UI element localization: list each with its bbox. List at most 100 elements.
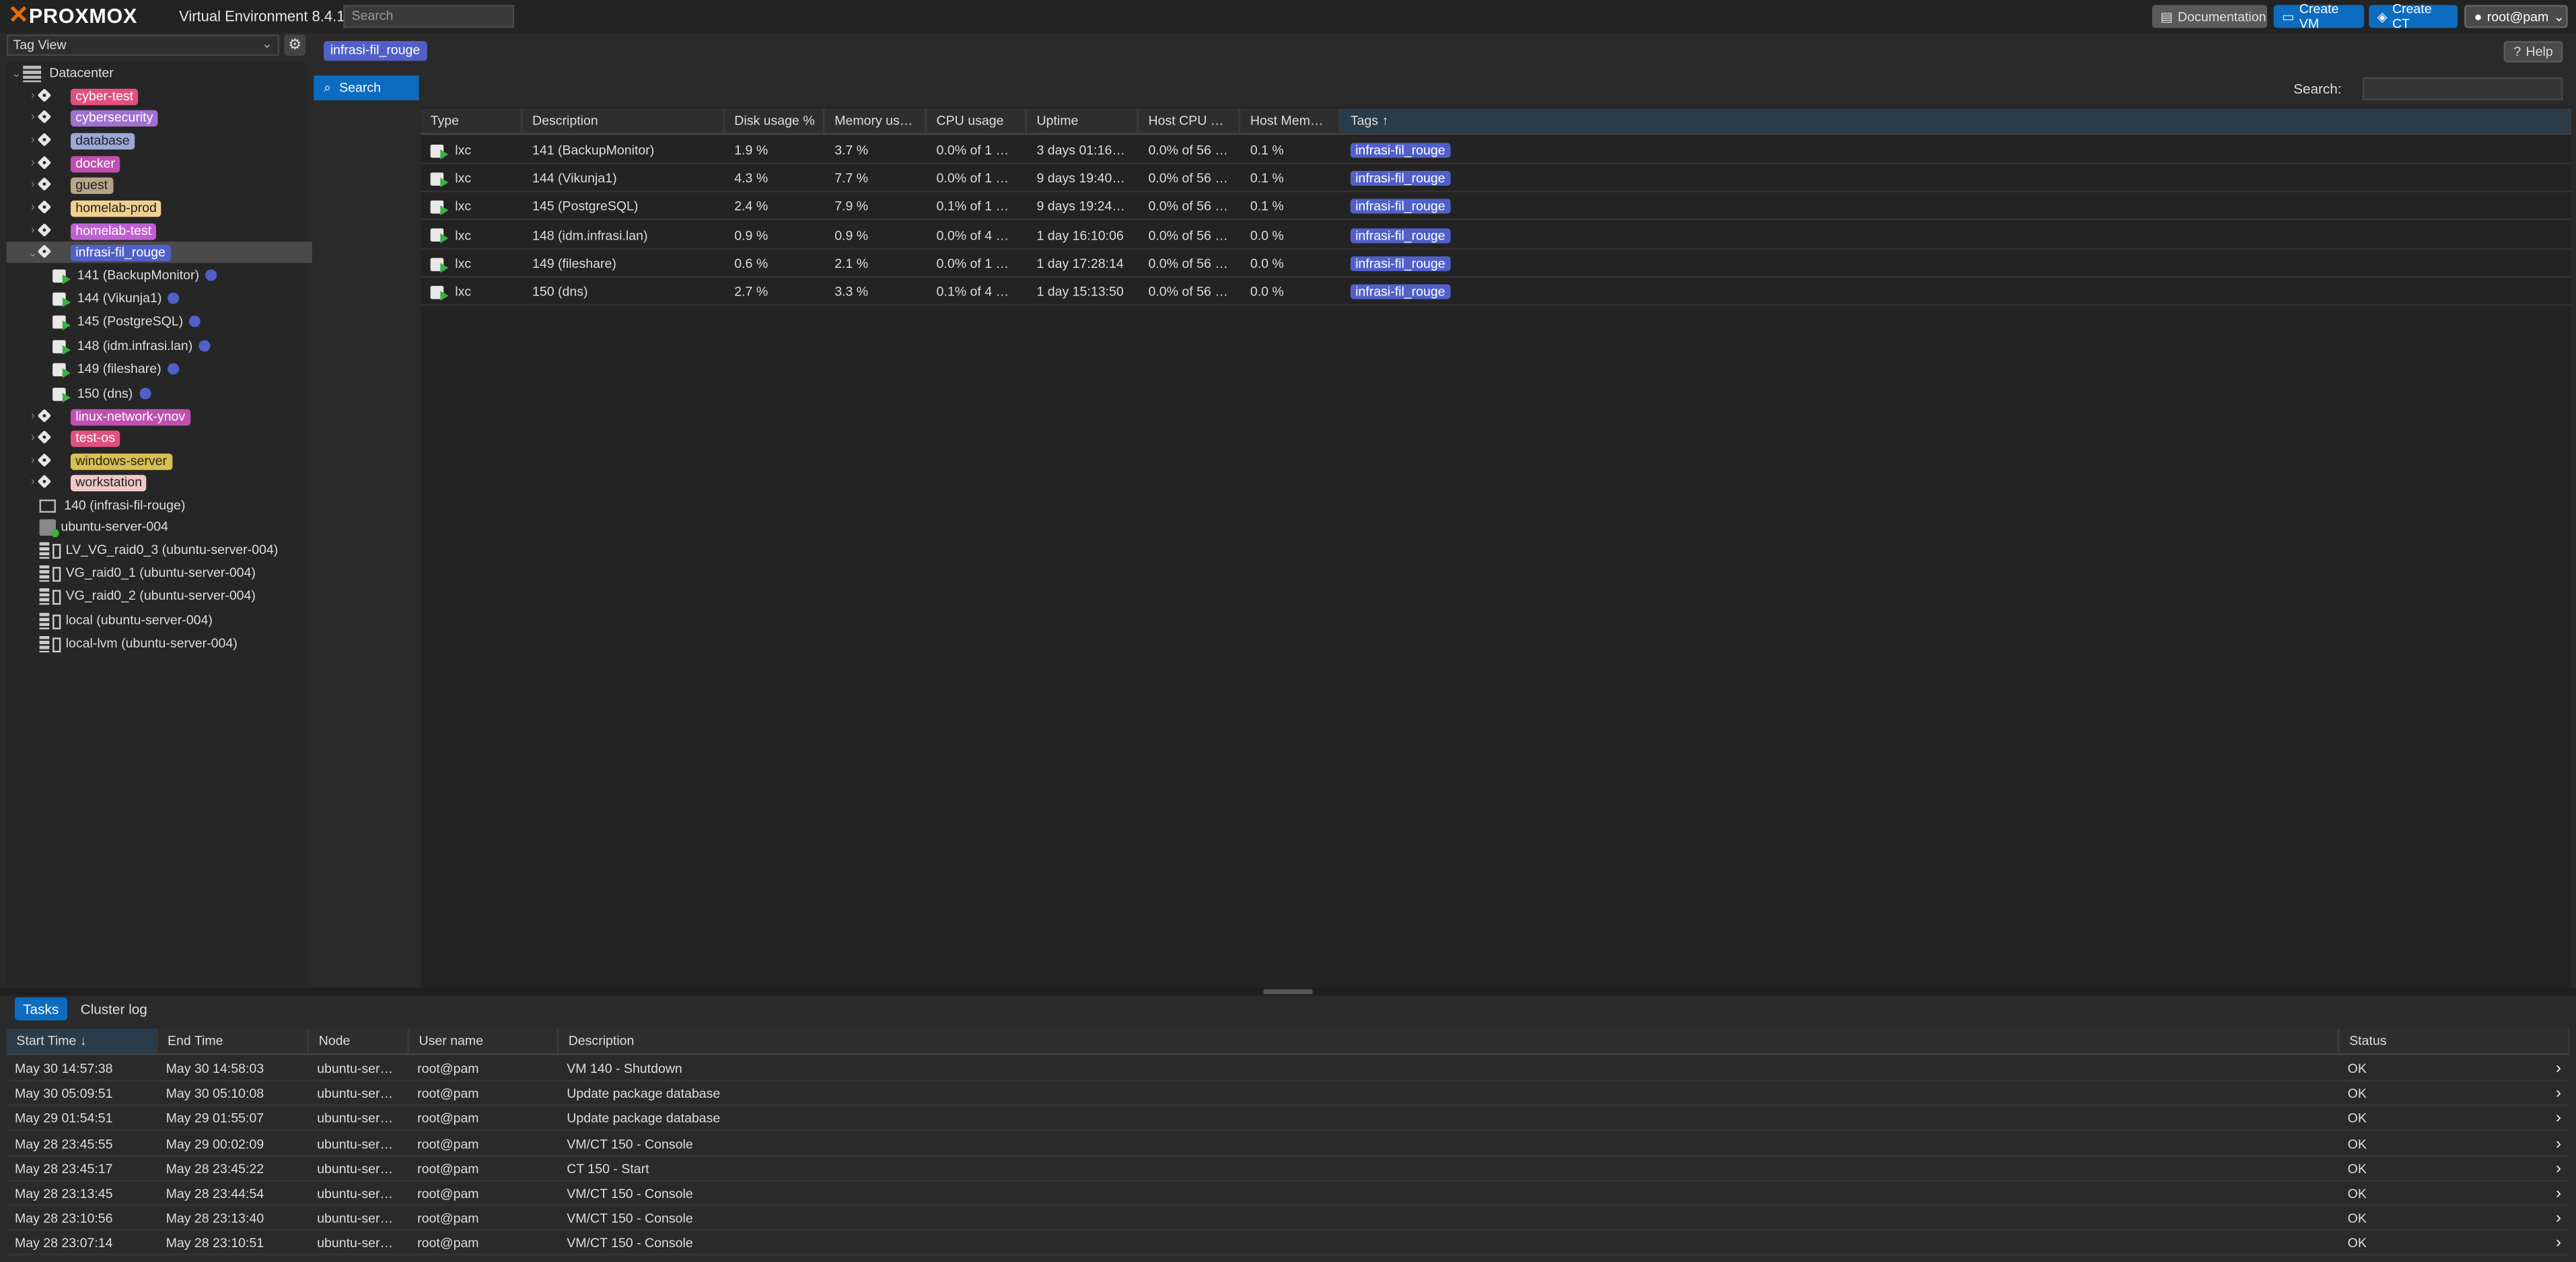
- panel-splitter[interactable]: [0, 987, 2576, 996]
- expand-icon[interactable]: ›: [26, 477, 40, 488]
- expand-icon[interactable]: ›: [26, 135, 40, 146]
- create-ct-button[interactable]: ◈ Create CT: [2369, 1, 2458, 31]
- column-header[interactable]: Node: [309, 1028, 409, 1053]
- tree-node-storage[interactable]: VG_raid0_2 (ubuntu-server-004): [7, 585, 327, 606]
- container-running-icon: [52, 338, 72, 355]
- tree-node-datacenter[interactable]: ⌄ Datacenter: [7, 63, 311, 84]
- column-header[interactable]: User name: [409, 1028, 559, 1053]
- user-menu-button[interactable]: ● root@pam ⌄: [2464, 5, 2568, 28]
- chevron-right-icon[interactable]: ›: [2556, 1232, 2561, 1257]
- column-header[interactable]: Description: [522, 108, 725, 133]
- tree-node-tag[interactable]: › cyber-test: [7, 85, 327, 107]
- task-row[interactable]: May 28 23:10:56 May 28 23:13:40 ubuntu-ser…: [6, 1206, 2570, 1232]
- collapse-icon[interactable]: ⌄: [26, 246, 40, 258]
- tree-node-tag[interactable]: › workstation: [7, 472, 327, 493]
- view-selector[interactable]: Tag View ⌄: [6, 34, 280, 57]
- cell-uptime: 9 days 19:24…: [1036, 199, 1125, 215]
- tree-node-ct[interactable]: 141 (BackupMonitor): [7, 265, 353, 286]
- grid-search-input[interactable]: [2362, 77, 2563, 100]
- tag-pill: infrasi-fil_rouge: [1350, 143, 1450, 158]
- task-row[interactable]: May 30 05:09:51 May 30 05:10:08 ubuntu-ser…: [6, 1082, 2570, 1107]
- chevron-right-icon[interactable]: ›: [2556, 1206, 2561, 1231]
- table-row[interactable]: lxc 145 (PostgreSQL) 2.4 % 7.9 % 0.1% of 1 ……: [420, 193, 2571, 221]
- table-row[interactable]: lxc 141 (BackupMonitor) 1.9 % 3.7 % 0.0% of …: [420, 137, 2571, 165]
- table-row[interactable]: lxc 144 (Vikunja1) 4.3 % 7.7 % 0.0% of 1 … 9 …: [420, 165, 2571, 193]
- task-row[interactable]: May 30 14:57:38 May 30 14:58:03 ubuntu-ser…: [6, 1057, 2570, 1082]
- tree-node-tag[interactable]: › linux-network-ynov: [7, 406, 327, 427]
- column-header[interactable]: Description: [559, 1028, 2340, 1053]
- task-row[interactable]: May 28 23:45:17 May 28 23:45:22 ubuntu-ser…: [6, 1156, 2570, 1181]
- chevron-right-icon[interactable]: ›: [2556, 1156, 2561, 1181]
- chevron-right-icon[interactable]: ›: [2556, 1082, 2561, 1107]
- tree-node-storage[interactable]: VG_raid0_1 (ubuntu-server-004): [7, 562, 327, 584]
- create-vm-button[interactable]: ▭ Create VM: [2273, 1, 2365, 31]
- column-header[interactable]: Disk usage %: [725, 108, 825, 133]
- tree-node-tag[interactable]: › homelab-prod: [7, 197, 327, 219]
- task-row[interactable]: May 29 01:54:51 May 29 01:55:07 ubuntu-ser…: [6, 1107, 2570, 1131]
- cell-cpu: 0.0% of 1 …: [936, 143, 1009, 158]
- table-row[interactable]: lxc 148 (idm.infrasi.lan) 0.9 % 0.9 % 0.0% o…: [420, 221, 2571, 250]
- column-header[interactable]: Uptime: [1027, 108, 1139, 133]
- column-header[interactable]: CPU usage: [927, 108, 1027, 133]
- tree-node-tag[interactable]: › homelab-test: [7, 220, 327, 242]
- help-button[interactable]: ? Help: [2503, 41, 2563, 63]
- expand-icon[interactable]: ›: [26, 112, 40, 123]
- tree-node-storage[interactable]: local (ubuntu-server-004): [7, 610, 327, 631]
- chevron-right-icon[interactable]: ›: [2556, 1131, 2561, 1156]
- chevron-right-icon[interactable]: ›: [2556, 1057, 2561, 1082]
- cell-disk: 2.4 %: [734, 199, 768, 215]
- cell-disk: 4.3 %: [734, 171, 768, 186]
- cell-status: OK: [2347, 1186, 2367, 1201]
- column-header[interactable]: Tags ↑: [1340, 108, 2571, 133]
- table-row[interactable]: lxc 150 (dns) 2.7 % 3.3 % 0.1% of 4 … 1 day 1…: [420, 278, 2571, 306]
- task-row[interactable]: May 28 23:07:14 May 28 23:10:51 ubuntu-ser…: [6, 1232, 2570, 1257]
- expand-icon[interactable]: ›: [26, 157, 40, 169]
- tree-node-tag[interactable]: › docker: [7, 153, 327, 174]
- expand-icon[interactable]: ›: [26, 202, 40, 213]
- tree-node-ct[interactable]: 145 (PostgreSQL): [7, 310, 353, 332]
- global-search-input[interactable]: Search: [343, 5, 515, 28]
- task-row[interactable]: May 28 23:13:45 May 28 23:44:54 ubuntu-ser…: [6, 1181, 2570, 1206]
- splitter-handle[interactable]: [1263, 989, 1313, 995]
- expand-icon[interactable]: ›: [26, 225, 40, 236]
- column-header[interactable]: Start Time ↓: [6, 1028, 158, 1053]
- tree-node-storage[interactable]: local-lvm (ubuntu-server-004): [7, 633, 327, 654]
- tree-node-storage[interactable]: LV_VG_raid0_3 (ubuntu-server-004): [7, 539, 327, 561]
- menu-item-search[interactable]: ⌕ Search: [314, 75, 419, 100]
- tree-node-ct[interactable]: 149 (fileshare): [7, 358, 353, 380]
- container-running-icon: [52, 267, 72, 284]
- tag-label: cybersecurity: [70, 109, 158, 126]
- expand-icon[interactable]: ›: [26, 179, 40, 190]
- expand-icon[interactable]: ›: [26, 411, 40, 422]
- tab-tasks[interactable]: Tasks: [14, 997, 67, 1021]
- tree-node-tag[interactable]: › guest: [7, 174, 327, 196]
- column-header[interactable]: Status: [2339, 1028, 2570, 1053]
- tree-node-ct[interactable]: 148 (idm.infrasi.lan): [7, 335, 353, 357]
- tree-node-tag[interactable]: › test-os: [7, 427, 327, 449]
- tab-cluster-log[interactable]: Cluster log: [72, 997, 155, 1020]
- tree-node-tag[interactable]: › windows-server: [7, 450, 327, 472]
- chevron-right-icon[interactable]: ›: [2556, 1181, 2561, 1206]
- tree-node-node[interactable]: ubuntu-server-004: [7, 516, 327, 538]
- column-header[interactable]: Type: [421, 108, 523, 133]
- tree-node-tag[interactable]: › database: [7, 130, 327, 151]
- tree-node-tag[interactable]: ⌄ infrasi-fil_rouge: [6, 241, 327, 263]
- tree-node-ct[interactable]: 144 (Vikunja1): [7, 287, 353, 309]
- tree-node-vm[interactable]: 140 (infrasi-fil-rouge): [7, 495, 327, 516]
- column-header[interactable]: Host CPU …: [1139, 108, 1241, 133]
- documentation-button[interactable]: ▤ Documentation: [2152, 5, 2268, 28]
- expand-icon[interactable]: ›: [26, 455, 40, 466]
- grid-toolbar: [420, 73, 2571, 107]
- column-header[interactable]: Host Mem…: [1240, 108, 1341, 133]
- column-header[interactable]: End Time: [157, 1028, 309, 1053]
- column-header[interactable]: Memory us…: [825, 108, 927, 133]
- gear-icon[interactable]: ⚙: [284, 34, 306, 57]
- chevron-right-icon[interactable]: ›: [2556, 1107, 2561, 1131]
- tree-node-tag[interactable]: › cybersecurity: [7, 107, 327, 129]
- expand-icon[interactable]: ›: [26, 90, 40, 102]
- tree-node-ct[interactable]: 150 (dns): [7, 383, 353, 405]
- task-row[interactable]: May 28 23:45:55 May 29 00:02:09 ubuntu-ser…: [6, 1131, 2570, 1156]
- table-row[interactable]: lxc 149 (fileshare) 0.6 % 2.1 % 0.0% of 1 … 1…: [420, 250, 2571, 278]
- collapse-icon[interactable]: ⌄: [10, 67, 24, 79]
- expand-icon[interactable]: ›: [26, 432, 40, 444]
